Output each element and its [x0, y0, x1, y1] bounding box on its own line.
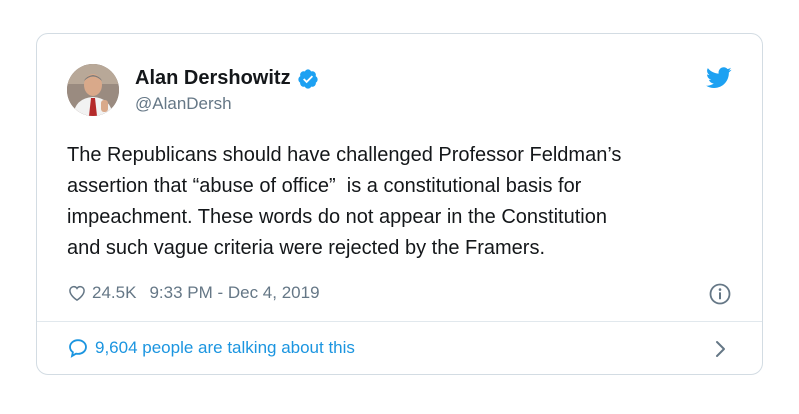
tweet-meta: 24.5K 9:33 PM - Dec 4, 2019 [67, 281, 320, 305]
user-handle[interactable]: @AlanDersh [135, 94, 232, 114]
talking-about-text[interactable]: 9,604 people are talking about this [95, 338, 355, 358]
divider [37, 321, 762, 322]
avatar[interactable] [67, 64, 119, 116]
display-name-row[interactable]: Alan Dershowitz [135, 67, 319, 90]
tweet-text: The Republicans should have challenged P… [67, 144, 622, 259]
like-count[interactable]: 24.5K [92, 283, 136, 303]
talking-about-link[interactable]: 9,604 people are talking about this [67, 337, 355, 359]
twitter-bird-icon[interactable] [706, 67, 732, 89]
timestamp[interactable]: 9:33 PM - Dec 4, 2019 [149, 283, 319, 303]
chevron-right-icon[interactable] [714, 340, 726, 358]
heart-icon[interactable] [67, 283, 87, 303]
info-icon[interactable] [708, 282, 732, 306]
display-name[interactable]: Alan Dershowitz [135, 67, 291, 90]
verified-badge-icon [297, 68, 319, 90]
speech-bubble-icon [69, 339, 87, 358]
tweet-card: Alan Dershowitz @AlanDersh The Republica… [36, 33, 763, 375]
